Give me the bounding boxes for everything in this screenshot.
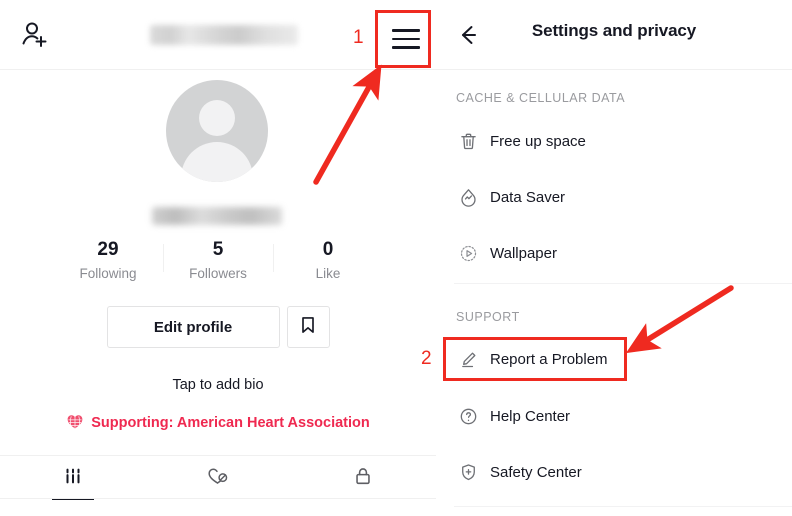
add-person-icon[interactable] (18, 18, 52, 52)
tab-private[interactable] (291, 456, 436, 500)
stat-label: Like (315, 266, 341, 281)
settings-row-wallpaper[interactable]: Wallpaper (456, 240, 557, 266)
wallpaper-play-icon (456, 241, 480, 265)
stat-label: Following (79, 266, 137, 281)
section-divider-bottom (454, 506, 792, 507)
tab-liked[interactable] (145, 456, 290, 500)
hamburger-menu-icon[interactable] (392, 29, 420, 51)
bio-placeholder[interactable]: Tap to add bio (0, 377, 436, 393)
settings-row-label: Help Center (490, 407, 571, 425)
username-blurred (150, 25, 298, 45)
bookmark-icon (298, 315, 318, 340)
settings-row-data-saver[interactable]: Data Saver (456, 184, 565, 210)
settings-row-label: Safety Center (490, 463, 582, 481)
avatar-head (199, 100, 235, 136)
settings-row-free-up-space[interactable]: Free up space (456, 128, 586, 154)
supporting-cause[interactable]: Supporting: American Heart Association (0, 412, 436, 434)
data-saver-droplet-icon (456, 185, 480, 209)
stat-value: 5 (212, 239, 224, 260)
step-number-2: 2 (421, 348, 432, 369)
section-header-support: SUPPORT (456, 310, 520, 324)
trash-icon (456, 129, 480, 153)
stat-like[interactable]: 0 Like (273, 238, 383, 281)
supporting-label: Supporting: American Heart Association (91, 415, 370, 431)
avatar-body (181, 142, 253, 182)
lock-private-icon (352, 465, 374, 492)
settings-row-label: Wallpaper (490, 244, 557, 262)
default-avatar-icon[interactable] (166, 80, 268, 182)
settings-panel: Settings and privacy CACHE & CELLULAR DA… (436, 0, 792, 516)
settings-row-label: Data Saver (490, 188, 566, 206)
bookmark-button[interactable] (286, 306, 330, 348)
section-divider (454, 283, 792, 284)
edit-profile-button[interactable]: Edit profile (106, 306, 280, 348)
profile-actions: Edit profile (0, 306, 436, 348)
stat-value: 0 (322, 239, 334, 260)
tab-posts[interactable] (0, 456, 145, 500)
stat-following[interactable]: 29 Following (53, 238, 163, 281)
step-number-1: 1 (353, 27, 364, 48)
tabs-bottom-divider (0, 498, 436, 499)
settings-row-safety-center[interactable]: Safety Center (456, 459, 582, 485)
settings-header: Settings and privacy (436, 0, 792, 70)
heart-globe-icon (66, 412, 84, 434)
settings-row-label: Free up space (490, 132, 586, 150)
highlight-box-report-a-problem (443, 337, 627, 381)
page-title: Settings and privacy (531, 21, 697, 40)
grid-posts-icon (62, 465, 84, 492)
question-circle-icon (456, 404, 480, 428)
user-handle-blurred (152, 207, 282, 225)
shield-plus-icon (456, 460, 480, 484)
settings-row-help-center[interactable]: Help Center (456, 403, 570, 429)
profile-panel: 1 29 Following 5 Followers 0 Like Edit p… (0, 0, 436, 516)
heart-slash-liked-icon (206, 464, 229, 492)
profile-header: 1 (0, 0, 436, 70)
profile-tabs (0, 455, 436, 500)
stat-followers[interactable]: 5 Followers (163, 238, 273, 281)
section-header-cache: CACHE & CELLULAR DATA (456, 91, 626, 105)
highlight-box-menu (375, 10, 431, 68)
profile-stats: 29 Following 5 Followers 0 Like (0, 238, 436, 281)
stat-label: Followers (189, 266, 247, 281)
screenshot-root: 1 29 Following 5 Followers 0 Like Edit p… (0, 0, 792, 516)
stat-value: 29 (97, 239, 119, 260)
